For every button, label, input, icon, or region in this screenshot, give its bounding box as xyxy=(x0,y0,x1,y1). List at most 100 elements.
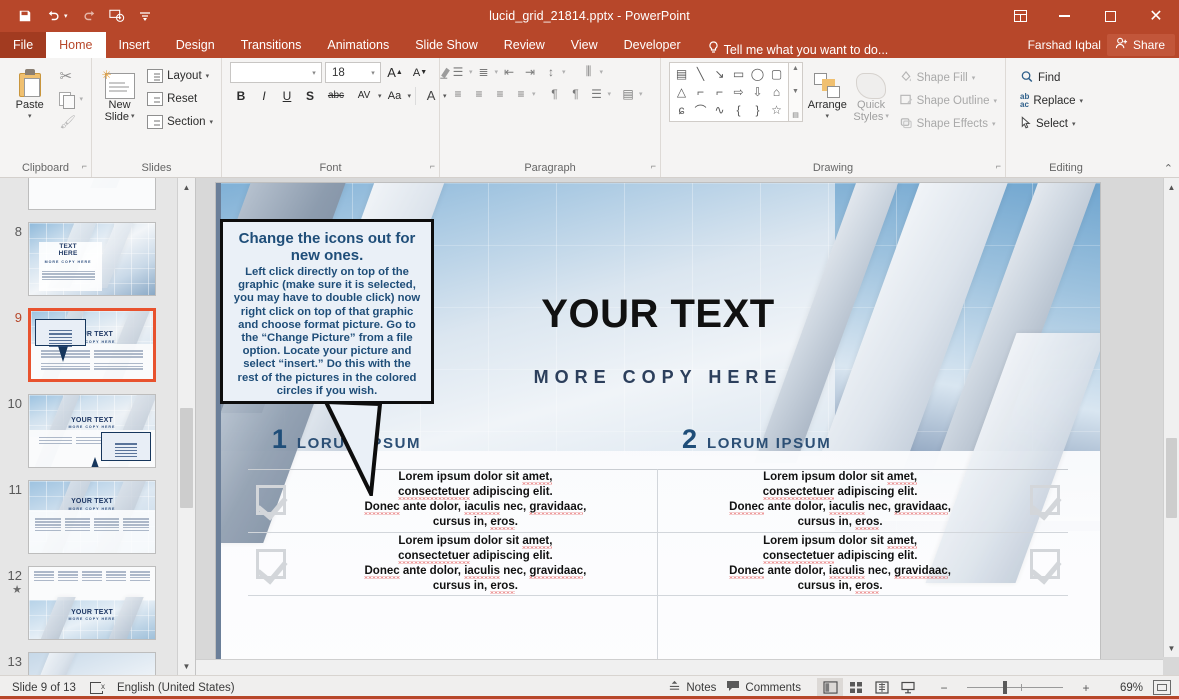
find-button[interactable]: Find xyxy=(1016,67,1087,89)
columns-icon[interactable]: ☰ xyxy=(587,84,607,103)
zoom-out-button[interactable]: − xyxy=(931,678,957,698)
slide-canvas[interactable]: YOUR TEXT MORE COPY HERE 1 LORUM IPSUM 2… xyxy=(196,178,1179,675)
change-case-button[interactable]: Aa xyxy=(383,85,407,106)
elbow-connector-icon[interactable]: ⌐ xyxy=(691,83,710,101)
right-arrow-shape-icon[interactable]: ⇨ xyxy=(729,83,748,101)
triangle-shape-icon[interactable]: △ xyxy=(672,83,691,101)
replace-dropdown-icon[interactable]: ▾ xyxy=(1080,97,1084,105)
copy-dropdown-icon[interactable]: ▾ xyxy=(79,95,83,103)
thumbnail-image[interactable] xyxy=(28,652,156,675)
decrease-font-size-button[interactable]: A▼ xyxy=(409,62,431,83)
tell-me-search[interactable]: Tell me what you want to do... xyxy=(708,41,889,58)
scribble-shape-icon[interactable]: ɕ xyxy=(672,101,691,119)
decrease-indent-icon[interactable]: ⇤ xyxy=(499,62,519,81)
replace-button[interactable]: abac Replace▾ xyxy=(1016,90,1087,112)
increase-font-size-button[interactable]: A▲ xyxy=(384,62,406,83)
strikethrough-button[interactable]: abc xyxy=(322,85,350,106)
spell-check-icon[interactable]: x xyxy=(90,682,103,694)
arrange-button[interactable]: Arrange ▾ xyxy=(807,62,848,123)
rtl-text-icon[interactable]: ¶ xyxy=(566,84,586,103)
undo-dropdown-icon[interactable]: ▾ xyxy=(64,12,74,20)
select-button[interactable]: Select▾ xyxy=(1016,113,1087,135)
line-spacing-dropdown-icon[interactable]: ▾ xyxy=(562,68,566,76)
reading-view-icon[interactable] xyxy=(869,678,895,698)
thumbnail-slide-12[interactable]: 12 ★ YOUR TEXTMORE COPY HERE xyxy=(0,560,177,646)
slide-sorter-view-icon[interactable] xyxy=(843,678,869,698)
curve-shape-icon[interactable]: ∿ xyxy=(710,101,729,119)
justify-icon[interactable]: ≡ xyxy=(511,84,531,103)
font-color-button[interactable]: A xyxy=(420,85,442,106)
undo-icon[interactable] xyxy=(40,4,66,28)
bold-button[interactable]: B xyxy=(230,85,252,106)
line-shape-icon[interactable]: ╲ xyxy=(691,65,710,83)
scroll-up-icon[interactable]: ▲ xyxy=(178,178,195,196)
gallery-more-icon[interactable]: ▤ xyxy=(792,111,799,119)
checkbox-icon[interactable] xyxy=(256,549,286,579)
column-header-2[interactable]: 2 LORUM IPSUM xyxy=(658,424,1068,455)
quick-styles-button[interactable]: Quick Styles▾ xyxy=(852,62,891,123)
align-right-icon[interactable]: ≡ xyxy=(490,84,510,103)
tab-home[interactable]: Home xyxy=(46,32,105,58)
fit-slide-to-window-icon[interactable] xyxy=(1153,680,1171,695)
arrow-shape-icon[interactable]: ↘ xyxy=(710,65,729,83)
arc-shape-icon[interactable]: ⌒ xyxy=(691,101,710,119)
shapes-gallery[interactable]: ▤ ╲ ↘ ▭ ◯ ▢ △ ⌐ ⌐ ⇨ ⇩ ⌂ ɕ ⌒ ∿ xyxy=(669,62,803,122)
slide-thumbnail-list[interactable]: 7 OTHER TEXT 8 xyxy=(0,178,177,675)
collapse-ribbon-icon[interactable]: ⌃ xyxy=(1164,162,1173,175)
grid-cell-empty[interactable] xyxy=(248,596,658,660)
canvas-scroll-thumb[interactable] xyxy=(1166,438,1177,518)
notes-button[interactable]: Notes xyxy=(668,680,716,695)
zoom-percent-label[interactable]: 69% xyxy=(1109,682,1143,694)
shape-fill-dropdown-icon[interactable]: ▾ xyxy=(972,74,976,82)
column-header-1[interactable]: 1 LORUM IPSUM xyxy=(248,424,658,455)
canvas-vertical-scrollbar[interactable]: ▲ ▼ xyxy=(1163,178,1179,657)
gallery-down-icon[interactable]: ▼ xyxy=(792,88,799,95)
section-button[interactable]: Section▾ xyxy=(143,111,217,133)
thumbnail-slide-8[interactable]: 8 TEXTHERE MORE COPY HERE xyxy=(0,216,177,302)
underline-button[interactable]: U xyxy=(276,85,298,106)
align-left-icon[interactable]: ≡ xyxy=(448,84,468,103)
cell-body-text[interactable]: Lorem ipsum dolor sit amet, consectetuer… xyxy=(658,470,1022,530)
thumbnail-image[interactable]: YOUR TEXTMORE COPY HERE xyxy=(28,480,156,554)
cut-button[interactable]: ✂ xyxy=(55,65,87,87)
thumbnail-slide-11[interactable]: 11 YOUR TEXTMORE COPY HERE xyxy=(0,474,177,560)
scroll-thumb[interactable] xyxy=(180,408,193,508)
format-painter-button[interactable]: 🖌 xyxy=(55,111,87,133)
tab-design[interactable]: Design xyxy=(163,32,228,58)
thumbnail-image[interactable]: YOUR TEXTMORE COPY HERE xyxy=(28,394,156,468)
thumbnail-slide-7[interactable]: 7 OTHER TEXT xyxy=(0,178,177,216)
numbering-icon[interactable]: ≣ xyxy=(474,62,494,81)
grid-cell[interactable]: Lorem ipsum dolor sit amet, consectetuer… xyxy=(248,533,658,597)
redo-icon[interactable] xyxy=(76,4,102,28)
justify-dropdown-icon[interactable]: ▾ xyxy=(532,90,536,98)
checkbox-icon[interactable] xyxy=(1030,485,1060,515)
minimize-icon[interactable] xyxy=(1041,0,1087,32)
shape-effects-button[interactable]: Shape Effects▾ xyxy=(895,113,1001,135)
shape-outline-button[interactable]: Shape Outline▾ xyxy=(895,90,1001,112)
paste-dropdown-icon[interactable]: ▾ xyxy=(28,111,32,123)
thumbnail-slide-13[interactable]: 13 xyxy=(0,646,177,675)
canvas-scroll-down-icon[interactable]: ▼ xyxy=(1164,639,1179,657)
character-spacing-button[interactable]: AV xyxy=(351,85,377,106)
increase-indent-icon[interactable]: ⇥ xyxy=(520,62,540,81)
shape-fill-button[interactable]: Shape Fill▾ xyxy=(895,67,1001,89)
ltr-text-icon[interactable]: ¶ xyxy=(545,84,565,103)
start-presentation-icon[interactable] xyxy=(104,4,130,28)
paste-button[interactable]: Paste ▾ xyxy=(4,62,55,123)
layout-dropdown-icon[interactable]: ▾ xyxy=(206,72,210,80)
gallery-up-icon[interactable]: ▲ xyxy=(792,65,799,72)
thumbnail-slide-9[interactable]: 9 YOUR TEXTMORE COPY HERE xyxy=(0,302,177,388)
maximize-icon[interactable] xyxy=(1087,0,1133,32)
normal-view-icon[interactable] xyxy=(817,678,843,698)
language-indicator[interactable]: English (United States) xyxy=(117,682,235,694)
text-shadow-button[interactable]: S xyxy=(299,85,321,106)
tab-transitions[interactable]: Transitions xyxy=(228,32,315,58)
font-size-input[interactable]: 18 ▾ xyxy=(325,62,381,83)
left-brace-shape-icon[interactable]: { xyxy=(729,101,748,119)
thumbnail-image[interactable]: OTHER TEXT xyxy=(28,178,156,210)
ribbon-display-options-icon[interactable] xyxy=(999,0,1041,32)
thumbnail-image[interactable]: YOUR TEXTMORE COPY HERE xyxy=(28,308,156,382)
share-button[interactable]: Share xyxy=(1107,34,1175,56)
select-dropdown-icon[interactable]: ▾ xyxy=(1072,120,1076,128)
scroll-down-icon[interactable]: ▼ xyxy=(178,657,195,675)
